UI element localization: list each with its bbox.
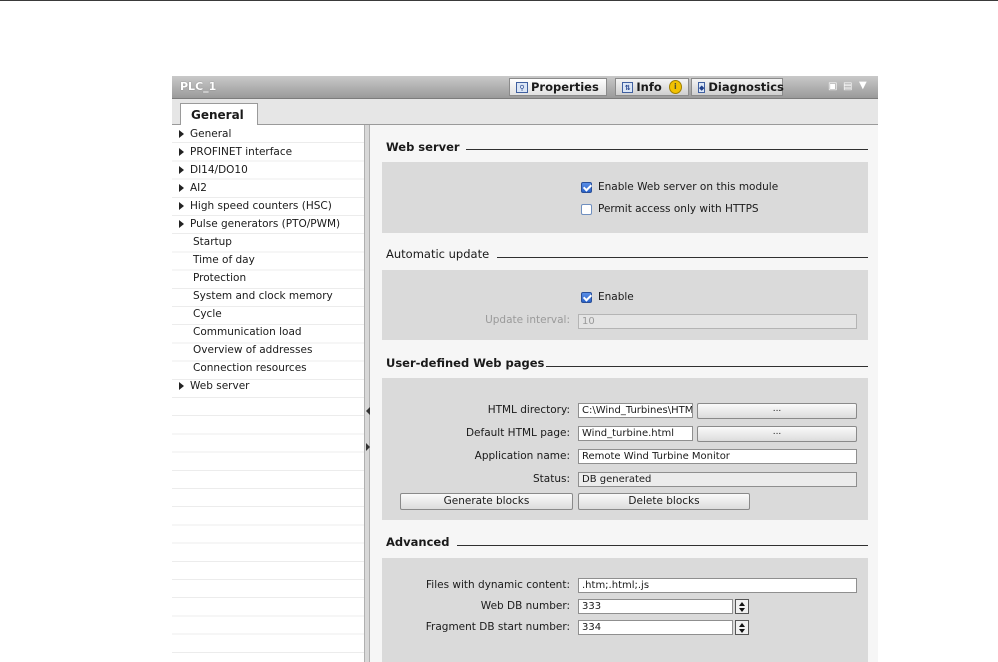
- title-bar: PLC_1 ⚲ Properties ⇅ Info i ◆ Diagnostic…: [172, 76, 878, 99]
- nav-item-time-of-day[interactable]: Time of day: [172, 251, 255, 269]
- tab-diagnostics[interactable]: ◆ Diagnostics: [691, 78, 784, 96]
- web-db-number-spinner-icon[interactable]: [735, 599, 749, 614]
- nav-item-pulse-generators[interactable]: Pulse generators (PTO/PWM): [172, 215, 340, 233]
- status-value: DB generated: [578, 472, 857, 487]
- advanced-panel: Files with dynamic content: .htm;.html;.…: [382, 558, 868, 662]
- nav-item-label: AI2: [190, 182, 207, 194]
- info-icon: i: [668, 80, 682, 94]
- default-page-label: Default HTML page:: [465, 427, 570, 439]
- expand-arrow-icon[interactable]: [179, 202, 184, 210]
- enable-web-server-checkbox[interactable]: [581, 182, 592, 193]
- generate-blocks-button[interactable]: Generate blocks: [400, 493, 573, 510]
- chevron-down-icon[interactable]: ▼: [859, 80, 867, 91]
- advanced-heading: Advanced: [386, 535, 450, 549]
- expand-arrow-icon[interactable]: [179, 166, 184, 174]
- fragment-db-spinner-icon[interactable]: [735, 620, 749, 635]
- top-rule: [0, 0, 998, 1]
- enable-web-server-label: Enable Web server on this module: [598, 181, 779, 193]
- section-divider: [466, 149, 868, 150]
- nav-item-cycle[interactable]: Cycle: [172, 305, 222, 323]
- minimize-icon[interactable]: ▤: [843, 81, 852, 92]
- info-tab-icon: ⇅: [622, 81, 634, 93]
- fragment-db-field[interactable]: 334: [578, 620, 733, 635]
- nav-item-protection[interactable]: Protection: [172, 269, 246, 287]
- navigation-tree: General PROFINET interface DI14/DO10 AI2…: [172, 125, 364, 662]
- web-server-heading: Web server: [386, 140, 460, 154]
- section-divider: [457, 545, 868, 546]
- update-interval-field[interactable]: 10: [578, 314, 857, 329]
- nav-item-di14-do10[interactable]: DI14/DO10: [172, 161, 248, 179]
- nav-item-profinet-interface[interactable]: PROFINET interface: [172, 143, 292, 161]
- inspector-window: PLC_1 ⚲ Properties ⇅ Info i ◆ Diagnostic…: [172, 76, 878, 662]
- tab-general[interactable]: General: [180, 103, 258, 125]
- properties-icon: ⚲: [516, 81, 528, 93]
- nav-item-hsc[interactable]: High speed counters (HSC): [172, 197, 332, 215]
- tab-info-label: Info: [636, 80, 662, 94]
- tab-properties-label: Properties: [531, 80, 599, 94]
- properties-content: Web server Enable Web server on this mod…: [370, 125, 878, 662]
- dynamic-content-field[interactable]: .htm;.html;.js: [578, 578, 857, 593]
- fragment-db-label: Fragment DB start number:: [425, 621, 570, 633]
- automatic-update-panel: Enable Update interval: 10: [382, 270, 868, 340]
- tab-diagnostics-label: Diagnostics: [708, 80, 784, 94]
- section-divider: [546, 366, 868, 367]
- nav-item-label: Web server: [190, 380, 250, 392]
- web-db-number-label: Web DB number:: [480, 600, 570, 612]
- nav-item-label: Pulse generators (PTO/PWM): [190, 218, 341, 230]
- expand-arrow-icon[interactable]: [179, 184, 184, 192]
- web-db-number-field[interactable]: 333: [578, 599, 733, 614]
- default-page-field[interactable]: Wind_turbine.html: [578, 426, 693, 441]
- html-directory-label: HTML directory:: [487, 404, 570, 416]
- status-label: Status:: [533, 473, 570, 485]
- application-name-field[interactable]: Remote Wind Turbine Monitor: [578, 449, 857, 464]
- section-divider: [497, 257, 868, 258]
- https-only-checkbox[interactable]: [581, 204, 592, 215]
- update-interval-label: Update interval:: [485, 314, 570, 326]
- restore-icon[interactable]: ▣: [828, 81, 837, 92]
- tab-row: General: [172, 99, 878, 125]
- html-directory-browse-button[interactable]: ...: [697, 403, 857, 419]
- expand-arrow-icon[interactable]: [179, 148, 184, 156]
- nav-item-ai2[interactable]: AI2: [172, 179, 207, 197]
- nav-item-system-clock-memory[interactable]: System and clock memory: [172, 287, 333, 305]
- nav-item-label: DI14/DO10: [190, 164, 248, 176]
- auto-update-enable-label: Enable: [598, 291, 634, 303]
- user-pages-panel: HTML directory: C:\Wind_Turbines\HTM ...…: [382, 378, 868, 520]
- nav-item-startup[interactable]: Startup: [172, 233, 232, 251]
- nav-item-overview-addresses[interactable]: Overview of addresses: [172, 341, 312, 359]
- expand-arrow-icon[interactable]: [179, 382, 184, 390]
- tab-info[interactable]: ⇅ Info i: [615, 78, 689, 96]
- user-pages-heading: User-defined Web pages: [386, 356, 545, 370]
- web-server-panel: Enable Web server on this module Permit …: [382, 162, 868, 233]
- nav-item-communication-load[interactable]: Communication load: [172, 323, 302, 341]
- automatic-update-heading: Automatic update: [386, 247, 490, 261]
- nav-item-web-server[interactable]: Web server: [172, 377, 249, 395]
- diagnostics-icon: ◆: [698, 81, 706, 93]
- nav-item-label: PROFINET interface: [190, 146, 293, 158]
- nav-item-label: General: [190, 128, 232, 140]
- html-directory-field[interactable]: C:\Wind_Turbines\HTM: [578, 403, 693, 418]
- expand-arrow-icon[interactable]: [179, 220, 184, 228]
- dynamic-content-label: Files with dynamic content:: [426, 579, 570, 591]
- https-only-label: Permit access only with HTTPS: [598, 203, 759, 215]
- nav-item-general[interactable]: General: [172, 125, 231, 143]
- nav-item-connection-resources[interactable]: Connection resources: [172, 359, 307, 377]
- nav-item-label: High speed counters (HSC): [190, 200, 332, 212]
- window-title: PLC_1: [180, 80, 217, 93]
- auto-update-enable-checkbox[interactable]: [581, 292, 592, 303]
- application-name-label: Application name:: [474, 450, 570, 462]
- default-page-browse-button[interactable]: ...: [697, 426, 857, 442]
- delete-blocks-button[interactable]: Delete blocks: [578, 493, 750, 510]
- tab-properties[interactable]: ⚲ Properties: [509, 78, 607, 96]
- expand-arrow-icon[interactable]: [179, 130, 184, 138]
